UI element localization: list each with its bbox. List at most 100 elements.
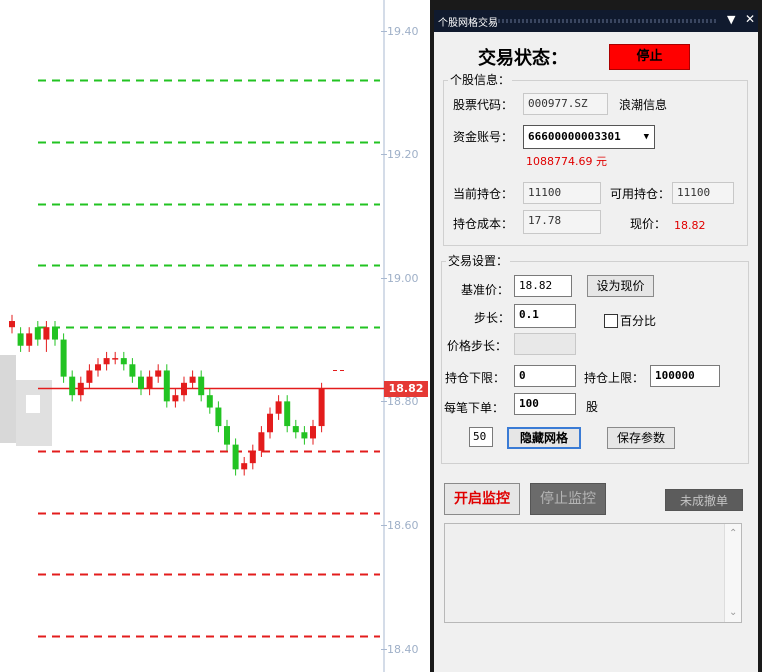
candle-body — [215, 407, 222, 427]
candle-body — [95, 364, 101, 371]
step-input[interactable]: 0.1 — [514, 304, 576, 328]
candle-body — [69, 376, 76, 396]
candle-body — [26, 333, 33, 346]
price-step-field — [514, 333, 576, 355]
log-scrollbar[interactable]: ⌃ ⌄ — [724, 524, 741, 622]
order-unit: 股 — [586, 400, 599, 414]
current-price-label: 现价： — [630, 217, 667, 231]
candle-body — [198, 376, 205, 396]
grid-trading-panel: 个股网格交易 ▼ ✕ 交易状态： 停止 个股信息： 股票代码： 000977.S… — [430, 0, 762, 672]
cancel-unfilled-button[interactable]: 未成撤单 — [665, 489, 743, 511]
kline-svg — [0, 0, 387, 672]
candle-body — [146, 376, 153, 389]
percent-label: 百分比 — [620, 314, 657, 328]
cost-field: 17.78 — [523, 210, 601, 234]
candle-body — [318, 389, 325, 427]
titlebar-grip — [498, 19, 716, 23]
candle-body — [189, 376, 196, 383]
holding-label: 当前持仓： — [453, 187, 514, 201]
available-label: 可用持仓： — [610, 187, 671, 201]
chevron-down-icon: ▼ — [643, 132, 649, 142]
stock-name: 浪潮信息 — [619, 98, 668, 112]
panel-title: 个股网格交易 — [438, 18, 498, 29]
candle-body — [284, 401, 291, 427]
status-badge: 停止 — [609, 44, 690, 70]
step-label: 步长： — [474, 311, 511, 325]
candle-body — [34, 327, 41, 340]
watermark-shape — [26, 395, 40, 413]
candle-body — [77, 382, 84, 396]
candle-body — [172, 395, 179, 402]
holding-field: 11100 — [523, 182, 601, 204]
candle-body — [232, 444, 239, 470]
price-tick-label: 19.00 — [387, 272, 419, 285]
candle-body — [9, 321, 15, 328]
current-price-value: 18.82 — [674, 219, 706, 232]
close-icon[interactable]: ✕ — [745, 12, 755, 26]
account-label: 资金账号： — [453, 130, 514, 144]
scroll-down-icon[interactable]: ⌄ — [729, 607, 737, 618]
candle-body — [258, 432, 265, 451]
panel-titlebar[interactable]: 个股网格交易 ▼ ✕ — [434, 10, 758, 32]
available-field: 11100 — [672, 182, 734, 204]
candle-body — [301, 432, 308, 439]
candle-body — [155, 370, 162, 377]
percent-checkbox[interactable] — [604, 314, 618, 328]
account-value: 66600000003301 — [528, 130, 621, 143]
stock-code-label: 股票代码： — [453, 98, 514, 112]
stop-monitor-button[interactable]: 停止监控 — [530, 483, 606, 515]
candle-body — [120, 358, 127, 365]
cost-label: 持仓成本： — [453, 217, 514, 231]
price-tick-label: 18.60 — [387, 519, 419, 532]
candle-body — [103, 358, 110, 365]
candle-body — [129, 364, 136, 377]
trade-settings-title: 交易设置： — [446, 252, 511, 269]
candle-body — [241, 463, 248, 470]
candle-body — [163, 370, 170, 402]
start-monitor-button[interactable]: 开启监控 — [444, 483, 520, 515]
log-area[interactable]: ⌃ ⌄ — [444, 523, 742, 623]
candle-body — [267, 413, 273, 433]
upper-limit-input[interactable]: 100000 — [650, 365, 720, 387]
candle-body — [52, 327, 58, 340]
price-tick-label: 19.40 — [387, 25, 419, 38]
kline-chart[interactable]: 19.40 19.20 19.00 18.80 18.60 18.40 18.82 — [0, 0, 430, 672]
candle-body — [292, 426, 299, 433]
chevron-down-icon[interactable]: ▼ — [727, 13, 735, 26]
panel-body: 交易状态： 停止 个股信息： 股票代码： 000977.SZ 浪潮信息 资金账号… — [434, 32, 758, 672]
candle-body — [60, 339, 67, 377]
hide-grid-button[interactable]: 隐藏网格 — [507, 427, 581, 449]
candle-body — [17, 333, 24, 346]
lower-limit-input[interactable]: 0 — [514, 365, 576, 387]
stock-code-field: 000977.SZ — [523, 93, 608, 115]
current-price-tag: 18.82 — [384, 381, 428, 397]
candle-body — [181, 382, 187, 396]
upper-limit-label: 持仓上限： — [584, 371, 645, 385]
candle-body — [138, 376, 144, 389]
stock-info-title: 个股信息： — [448, 71, 513, 88]
order-size-input[interactable]: 100 — [514, 393, 576, 415]
candle-body — [224, 426, 230, 445]
grid-count-input[interactable]: 50 — [469, 427, 493, 447]
watermark-shape — [0, 355, 16, 443]
base-price-label: 基准价： — [461, 283, 510, 297]
price-step-label: 价格步长： — [447, 339, 508, 353]
status-label: 交易状态： — [478, 48, 568, 69]
base-price-input[interactable]: 18.82 — [514, 275, 572, 297]
candle-body — [86, 370, 93, 383]
price-tick-label: 18.40 — [387, 643, 419, 656]
account-select[interactable]: 66600000003301 ▼ — [523, 125, 655, 149]
order-size-label: 每笔下单： — [444, 401, 505, 415]
candle-body — [43, 327, 50, 340]
candle-body — [275, 401, 282, 414]
scroll-up-icon[interactable]: ⌃ — [729, 528, 737, 539]
candle-body — [112, 358, 119, 360]
save-params-button[interactable]: 保存参数 — [607, 427, 675, 449]
candle-body — [206, 395, 213, 408]
account-balance: 1088774.69 元 — [526, 155, 607, 168]
lower-limit-label: 持仓下限： — [445, 371, 506, 385]
candle-body — [249, 450, 256, 464]
price-tick-label: 19.20 — [387, 148, 419, 161]
set-current-price-button[interactable]: 设为现价 — [587, 275, 654, 297]
candle-body — [310, 426, 316, 439]
